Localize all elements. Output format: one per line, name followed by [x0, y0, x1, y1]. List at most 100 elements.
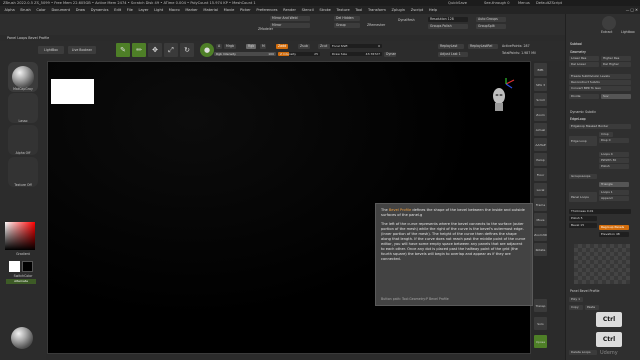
divide-button[interactable]: Divide	[569, 94, 599, 99]
mirror-button[interactable]: Mirror	[270, 23, 310, 28]
menu-tool[interactable]: Tool	[355, 6, 362, 14]
replay-last-button[interactable]: ReplayLast	[438, 44, 464, 49]
dynamic-button[interactable]: Dynamic	[384, 52, 396, 57]
groupsloops-button[interactable]: GroupsLoops	[569, 174, 597, 179]
delete-loops-button[interactable]: Delete Loops	[569, 350, 597, 355]
panel-loops-button[interactable]: Panel Loops	[569, 192, 597, 202]
zoom-button[interactable]: Zoom	[534, 108, 547, 121]
menu-picker[interactable]: Picker	[240, 6, 251, 14]
menu-zscript[interactable]: Zscript	[411, 6, 423, 14]
z-intensity-slider[interactable]: Z Intensity 25	[278, 52, 320, 56]
regroup-panels-button[interactable]: Regroup Panels	[599, 225, 629, 230]
menu-stencil[interactable]: Stencil	[302, 6, 314, 14]
a-toggle[interactable]: A	[216, 44, 222, 49]
menu-macro[interactable]: Macro	[169, 6, 180, 14]
menu-zplugin[interactable]: Zplugin	[392, 6, 406, 14]
auto-groups-button[interactable]: Auto Groups	[476, 17, 506, 22]
subtool-header[interactable]: Subtool	[570, 42, 582, 47]
lower-res-button[interactable]: Lower Res	[569, 56, 599, 61]
edge-loop-button[interactable]: Edge Loop	[569, 136, 597, 146]
del-lower-button[interactable]: Del Lower	[569, 62, 599, 67]
loops-slider[interactable]: Loops 4	[599, 152, 629, 157]
bevel-profile-curve[interactable]	[574, 244, 630, 284]
floor-button[interactable]: Floor	[534, 168, 547, 181]
local-button[interactable]: Local	[534, 183, 547, 196]
edit-mode-button[interactable]: ✎	[116, 43, 130, 57]
bpr-button[interactable]: BPR	[534, 63, 547, 76]
menu-stroke[interactable]: Stroke	[319, 6, 330, 14]
geometry-header[interactable]: Geometry	[570, 50, 586, 55]
switchcolor-label[interactable]: SwitchColor	[0, 274, 46, 278]
suv-button[interactable]: Suv	[601, 94, 631, 99]
spix-button[interactable]: SPix 3	[534, 78, 547, 91]
crisp-button[interactable]: Crisp	[599, 132, 613, 137]
paste-button[interactable]: Paste	[585, 305, 599, 310]
menu-material[interactable]: Material	[203, 6, 218, 14]
zcut-toggle[interactable]: Zcut	[318, 44, 330, 49]
convert-bpr-button[interactable]: Convert BPR To Geo	[569, 86, 631, 91]
mrgb-toggle[interactable]: Mrgb	[224, 44, 236, 49]
menu-layer[interactable]: Layer	[138, 6, 148, 14]
move-mode-button[interactable]: ✥	[148, 43, 162, 57]
navigation-gizmo[interactable]	[484, 78, 516, 118]
main-color-swatch[interactable]	[9, 261, 20, 272]
extract-label[interactable]: Extract	[601, 30, 612, 35]
menu-help[interactable]: Help	[429, 6, 437, 14]
pwidth-slider[interactable]: PWidth 30	[599, 158, 629, 163]
alternate-button[interactable]: Alternate	[6, 279, 36, 284]
zoom3d-button[interactable]: Zoom3D	[534, 228, 547, 241]
menu-marker[interactable]: Marker	[185, 6, 197, 14]
freeze-subdiv-button[interactable]: Freeze SubDivision Levels	[569, 74, 631, 79]
menu-light[interactable]: Light	[154, 6, 163, 14]
menu-transform[interactable]: Transform	[368, 6, 386, 14]
poly-button[interactable]: Poly 1	[569, 297, 583, 302]
solo-button[interactable]: Solo	[534, 317, 547, 330]
menu-file[interactable]: File	[127, 6, 133, 14]
frame-button[interactable]: Frame	[534, 198, 547, 211]
bevel-profile-label[interactable]: Panel Bevel Profile	[570, 289, 599, 294]
draw-mode-button[interactable]: ✏	[132, 43, 146, 57]
replay-last-rel-button[interactable]: ReplayLastRel	[468, 44, 498, 49]
draw-size-slider[interactable]: Draw Size 43.76727	[330, 52, 382, 56]
dynamic-subdiv-header[interactable]: Dynamic Subdiv	[570, 110, 596, 115]
persp-button[interactable]: Persp	[534, 153, 547, 166]
lightbox-tray-label[interactable]: Lightbox	[621, 30, 635, 35]
menu-texture[interactable]: Texture	[337, 6, 350, 14]
elevation-slider[interactable]: Elevation 48	[599, 232, 629, 237]
menu-document[interactable]: Document	[51, 6, 70, 14]
disp-slider[interactable]: Disp 0	[599, 138, 629, 143]
scale-mode-button[interactable]: ⤢	[164, 43, 178, 57]
polish-slider[interactable]: Polish 5	[569, 216, 597, 221]
thickness-slider[interactable]: Thickness 0.01	[569, 209, 631, 214]
menu-movie[interactable]: Movie	[224, 6, 235, 14]
groups-polish-button[interactable]: Groups Polish	[428, 24, 468, 29]
aahalf-button[interactable]: AAHalf	[534, 138, 547, 151]
menu-render[interactable]: Render	[283, 6, 296, 14]
zsub-toggle[interactable]: Zsub	[298, 44, 310, 49]
resolution-slider[interactable]: Resolution 128	[428, 17, 468, 22]
extract-icon[interactable]	[602, 16, 616, 30]
color-picker[interactable]	[5, 222, 35, 250]
lightbox-button[interactable]: LightBox	[38, 46, 64, 54]
transp-button[interactable]: Transp	[534, 299, 547, 312]
menu-preferences[interactable]: Preferences	[256, 6, 277, 14]
groupsplit-button[interactable]: GroupSplit	[476, 24, 506, 29]
rotate-view-button[interactable]: Rotate	[534, 243, 547, 256]
menu-edit[interactable]: Edit	[114, 6, 121, 14]
del-higher-button[interactable]: Del Higher	[601, 62, 631, 67]
menu-brush[interactable]: Brush	[20, 6, 30, 14]
menu-alpha[interactable]: Alpha	[5, 6, 15, 14]
window-controls[interactable]: — □ ✕	[626, 6, 638, 14]
dynamesh-label[interactable]: DynaMesh	[398, 18, 415, 22]
scroll-button[interactable]: Scroll	[534, 93, 547, 106]
zmodeler-label[interactable]: ZModeler	[258, 27, 273, 31]
adjust-last-slider[interactable]: Adjust Last 1	[438, 52, 468, 57]
material-button[interactable]: ●	[200, 43, 214, 57]
edgeloop-masked-border-button[interactable]: Edgeloop Masked Border	[569, 124, 631, 129]
triangle-toggle[interactable]: Triangle	[599, 182, 629, 187]
rgb-intensity-slider[interactable]: Rgb Intensity 100	[214, 52, 276, 56]
live-boolean-button[interactable]: Live Boolean	[68, 46, 96, 54]
m-toggle[interactable]: M	[260, 44, 266, 49]
reconstruct-subdiv-button[interactable]: Reconstruct Subdiv	[569, 80, 631, 85]
zremesher-label[interactable]: ZRemesher	[367, 23, 385, 27]
